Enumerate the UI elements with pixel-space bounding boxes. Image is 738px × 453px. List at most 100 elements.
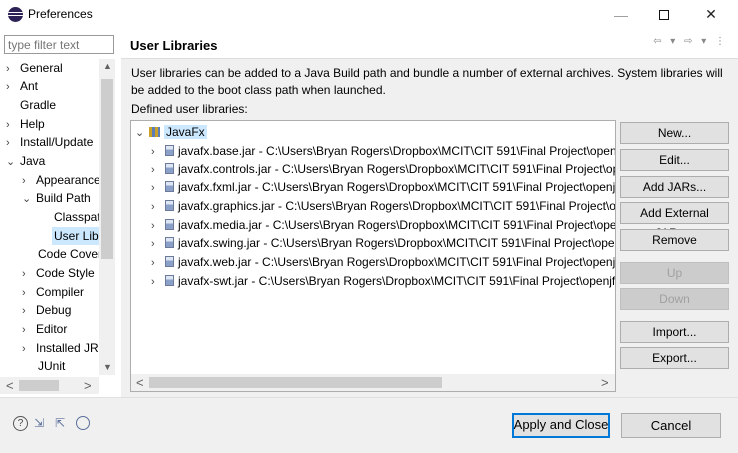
down-button[interactable]: Down	[620, 288, 729, 310]
scroll-left-icon[interactable]: <	[136, 375, 144, 390]
scrollbar-thumb[interactable]	[19, 380, 59, 391]
scroll-right-icon[interactable]: >	[601, 375, 609, 390]
tree-label: Code Coverage	[38, 247, 99, 261]
chevron-right-icon[interactable]: ›	[6, 60, 20, 78]
chevron-right-icon[interactable]: ›	[151, 217, 165, 235]
window-title: Preferences	[28, 7, 93, 21]
scroll-up-icon[interactable]: ▲	[103, 61, 112, 71]
jar-label: javafx.base.jar - C:\Users\Bryan Rogers\…	[178, 144, 616, 158]
tree-label: Installed JREs	[36, 341, 99, 355]
close-button[interactable]: ✕	[688, 0, 734, 29]
jar-label: javafx.fxml.jar - C:\Users\Bryan Rogers\…	[178, 180, 616, 194]
import-button[interactable]: Import...	[620, 321, 729, 343]
tree-label: Debug	[36, 303, 72, 317]
tree-item-gradle[interactable]: Gradle	[6, 96, 56, 114]
tree-item-build-path[interactable]: ⌄ Build Path	[22, 189, 91, 207]
tree-item-debug[interactable]: › Debug	[22, 301, 71, 319]
tree-label: Appearance	[36, 173, 99, 187]
tree-item-installed-jres[interactable]: ›Installed JREs	[22, 339, 99, 357]
tree-item-install-update[interactable]: › Install/Update	[6, 133, 93, 151]
jar-entry[interactable]: › javafx.fxml.jar - C:\Users\Bryan Rogers…	[151, 178, 616, 197]
chevron-right-icon[interactable]: ›	[22, 340, 36, 358]
jar-entry[interactable]: › javafx.graphics.jar - C:\Users\Bryan Ro…	[151, 197, 615, 216]
library-node-javafx[interactable]: ⌄ JavaFx	[135, 123, 207, 141]
jar-entry[interactable]: › javafx.controls.jar - C:\Users\Bryan Ro…	[151, 160, 616, 179]
user-libraries-tree[interactable]: ⌄ JavaFx › javafx.base.jar - C:\Users\Brya…	[130, 120, 616, 392]
tree-item-user-libraries[interactable]: User Libraries	[52, 227, 99, 245]
add-external-jars-button[interactable]: Add External JARs...	[620, 202, 729, 240]
tree-label: Classpath	[54, 210, 99, 224]
chevron-right-icon[interactable]: ›	[6, 116, 20, 134]
import-prefs-icon[interactable]: ⇲	[34, 417, 49, 430]
new-button[interactable]: New...	[620, 122, 729, 144]
scroll-left-icon[interactable]: <	[6, 378, 14, 393]
chevron-right-icon[interactable]: ›	[151, 254, 165, 272]
add-jars-button[interactable]: Add JARs...	[620, 176, 729, 198]
minimize-button[interactable]: —	[598, 0, 644, 29]
tree-label: Compiler	[36, 285, 85, 299]
maximize-button[interactable]	[641, 0, 687, 29]
tree-item-ant[interactable]: › Ant	[6, 77, 38, 95]
tree-item-java[interactable]: ⌄ Java	[6, 152, 45, 170]
jar-entry[interactable]: › javafx-swt.jar - C:\Users\Bryan Rogers\…	[151, 272, 615, 291]
scrollbar-thumb[interactable]	[101, 79, 113, 259]
maximize-icon	[659, 9, 669, 20]
jar-entry[interactable]: › javafx.web.jar - C:\Users\Bryan Rogers\…	[151, 253, 615, 272]
history-nav-icons[interactable]: ⇦ ▾ ⇨ ▾ ⋮	[653, 36, 728, 47]
scroll-right-icon[interactable]: >	[84, 378, 92, 393]
tree-item-junit[interactable]: JUnit	[38, 357, 65, 375]
filter-input[interactable]	[4, 35, 114, 54]
export-button[interactable]: Export...	[620, 347, 729, 369]
jar-icon	[165, 275, 174, 286]
jar-icon	[165, 145, 174, 156]
chevron-right-icon[interactable]: ›	[22, 265, 36, 283]
tree-label: Build Path	[36, 191, 91, 205]
tree-item-help[interactable]: › Help	[6, 115, 45, 133]
chevron-right-icon[interactable]: ›	[22, 321, 36, 339]
sidebar-horizontal-scrollbar[interactable]: < >	[0, 377, 99, 394]
chevron-right-icon[interactable]: ›	[151, 273, 165, 291]
jar-entry[interactable]: › javafx.media.jar - C:\Users\Bryan Roger…	[151, 216, 615, 235]
chevron-right-icon[interactable]: ›	[151, 198, 165, 216]
tree-label: Ant	[20, 79, 39, 93]
chevron-right-icon[interactable]: ›	[22, 284, 36, 302]
libraries-horizontal-scrollbar[interactable]: < >	[131, 374, 615, 391]
chevron-down-icon[interactable]: ⌄	[135, 124, 149, 142]
apply-and-close-button[interactable]: Apply and Close	[512, 413, 610, 438]
chevron-right-icon[interactable]: ›	[151, 143, 165, 161]
tree-item-editor[interactable]: › Editor	[22, 320, 67, 338]
jar-label: javafx.controls.jar - C:\Users\Bryan Rog…	[178, 162, 616, 176]
chevron-down-icon[interactable]: ⌄	[22, 190, 36, 208]
chevron-right-icon[interactable]: ›	[22, 302, 36, 320]
tree-label: Help	[20, 117, 45, 131]
scroll-down-icon[interactable]: ▼	[103, 362, 112, 372]
chevron-right-icon[interactable]: ›	[6, 78, 20, 96]
chevron-right-icon[interactable]: ›	[22, 172, 36, 190]
chevron-right-icon[interactable]: ›	[6, 134, 20, 152]
jar-entry[interactable]: › javafx.swing.jar - C:\Users\Bryan Roger…	[151, 234, 616, 253]
up-button[interactable]: Up	[620, 262, 729, 284]
export-prefs-icon[interactable]: ⇱	[55, 417, 70, 430]
scrollbar-thumb[interactable]	[149, 377, 442, 388]
cancel-button[interactable]: Cancel	[621, 413, 721, 438]
remove-button[interactable]: Remove	[620, 229, 729, 251]
chevron-right-icon[interactable]: ›	[151, 161, 165, 179]
tree-item-classpath[interactable]: Classpath	[54, 208, 99, 226]
page-title: User Libraries	[130, 38, 218, 53]
tree-item-code-style[interactable]: › Code Style	[22, 264, 95, 282]
tree-item-compiler[interactable]: › Compiler	[22, 283, 84, 301]
jar-label: javafx.swing.jar - C:\Users\Bryan Rogers…	[178, 236, 616, 250]
tree-label: User Libraries	[54, 229, 99, 243]
jar-entry[interactable]: › javafx.base.jar - C:\Users\Bryan Rogers…	[151, 142, 616, 161]
chevron-down-icon[interactable]: ⌄	[6, 153, 20, 171]
chevron-right-icon[interactable]: ›	[151, 235, 165, 253]
tree-item-general[interactable]: › General	[6, 59, 63, 77]
sidebar-vertical-scrollbar[interactable]: ▲ ▼	[99, 59, 115, 375]
tree-item-appearance[interactable]: › Appearance	[22, 171, 99, 189]
oomph-icon[interactable]	[76, 416, 90, 430]
tree-item-code-coverage[interactable]: Code Coverage	[38, 245, 99, 263]
edit-button[interactable]: Edit...	[620, 149, 729, 171]
help-icon[interactable]: ?	[13, 416, 28, 431]
chevron-right-icon[interactable]: ›	[151, 179, 165, 197]
preferences-tree: › General › Ant Gradle › Help › Install/Upda…	[0, 59, 99, 375]
